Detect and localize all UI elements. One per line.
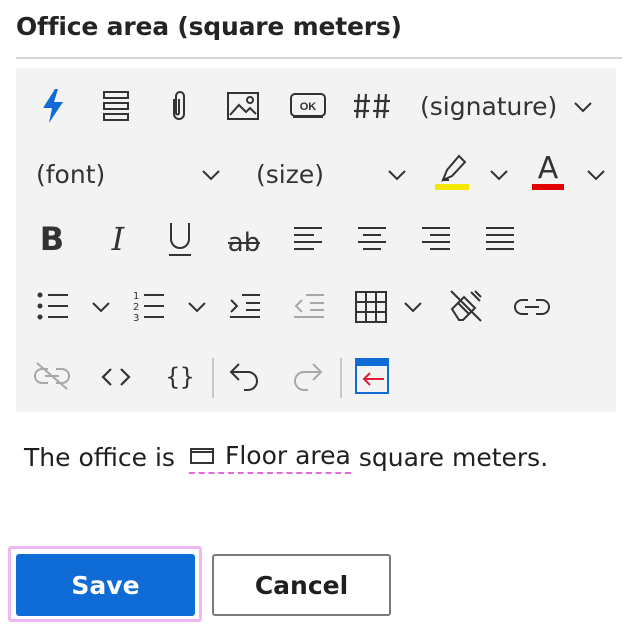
highlight-color-dropdown[interactable] (486, 162, 512, 188)
bulleted-list-icon (37, 292, 68, 320)
chevron-down-icon (188, 302, 206, 313)
editor-text-after: square meters. (358, 443, 549, 472)
cancel-button[interactable]: Cancel (212, 554, 391, 616)
align-right-button[interactable] (418, 220, 454, 256)
insert-button-control[interactable]: OK (288, 88, 328, 124)
italic-button[interactable]: I (100, 218, 136, 258)
justify-icon (486, 227, 514, 250)
chevron-down-icon (490, 170, 508, 181)
undo-icon (229, 363, 258, 391)
chevron-down-icon (202, 170, 220, 181)
dynamic-content-button[interactable] (38, 86, 68, 126)
insert-link-button[interactable] (512, 290, 552, 324)
insert-number-button[interactable] (352, 88, 392, 124)
chevron-down-icon (388, 170, 406, 181)
svg-text:A: A (538, 151, 559, 186)
decrease-indent-button[interactable] (290, 288, 328, 324)
attach-file-button[interactable] (162, 86, 196, 126)
font-dropdown-label[interactable]: (font) (36, 160, 105, 189)
table-icon (355, 291, 387, 323)
bold-icon: B (40, 220, 64, 256)
floor-area-placeholder[interactable]: Floor area (188, 441, 351, 474)
lightning-icon (43, 89, 63, 123)
highlighter-icon (435, 154, 469, 190)
font-color-icon: A (532, 151, 564, 190)
signature-dropdown-label[interactable]: (signature) (420, 92, 557, 121)
toolbar-separator (212, 358, 214, 398)
font-color-button[interactable]: A (528, 150, 568, 192)
unlink-icon (34, 362, 70, 390)
clear-formatting-button[interactable] (446, 286, 486, 326)
image-icon (227, 92, 259, 120)
align-right-icon (422, 227, 450, 250)
highlight-color-button[interactable] (432, 152, 472, 192)
insert-field-icon (355, 358, 389, 394)
insert-image-button[interactable] (224, 88, 262, 124)
code-view-button[interactable] (98, 360, 134, 394)
svg-text:2: 2 (133, 302, 139, 313)
bulleted-list-dropdown[interactable] (88, 294, 114, 320)
decrease-indent-icon (294, 294, 324, 318)
remove-link-button[interactable] (32, 358, 72, 394)
redo-button[interactable] (288, 358, 328, 394)
underline-icon (169, 223, 191, 256)
stacked-rows-icon (103, 91, 129, 121)
numbered-list-icon: 123 (133, 291, 164, 322)
chevron-down-icon (92, 302, 110, 313)
align-left-icon (294, 227, 322, 250)
field-box-icon (189, 447, 214, 464)
editor-content[interactable]: The office is Floor area square meters. (24, 441, 548, 474)
size-dropdown-label[interactable]: (size) (256, 160, 324, 189)
clear-formatting-icon (450, 290, 482, 322)
code-icon (101, 368, 131, 386)
strikethrough-icon: ab (228, 228, 260, 258)
chevron-down-icon (587, 170, 605, 181)
svg-text:OK: OK (300, 101, 317, 113)
numbered-list-button[interactable]: 123 (130, 288, 168, 324)
svg-text:1: 1 (133, 291, 139, 302)
strikethrough-button[interactable]: ab (224, 218, 264, 260)
numbered-list-dropdown[interactable] (184, 294, 210, 320)
svg-text:3: 3 (133, 313, 139, 322)
hashtag-icon (354, 93, 390, 119)
align-left-button[interactable] (290, 220, 326, 256)
chevron-down-icon (574, 102, 592, 113)
size-dropdown-toggle[interactable] (384, 162, 410, 188)
underline-button[interactable] (162, 218, 198, 260)
font-dropdown-toggle[interactable] (198, 162, 224, 188)
signature-dropdown-toggle[interactable] (570, 94, 596, 120)
insert-placeholder-button[interactable] (352, 356, 392, 396)
align-center-button[interactable] (354, 220, 390, 256)
bold-button[interactable]: B (34, 218, 70, 258)
svg-text:B: B (40, 220, 64, 256)
curly-braces-icon: {} (166, 363, 195, 391)
toolbar-separator (340, 358, 342, 398)
placeholder-label: Floor area (224, 441, 351, 470)
bulleted-list-button[interactable] (34, 288, 72, 324)
increase-indent-button[interactable] (226, 288, 264, 324)
font-color-dropdown[interactable] (583, 162, 609, 188)
paperclip-icon (173, 91, 185, 120)
save-button[interactable]: Save (16, 554, 195, 616)
increase-indent-icon (230, 294, 260, 318)
insert-table-button[interactable] (352, 288, 390, 326)
align-center-icon (358, 227, 386, 250)
svg-text:I: I (111, 220, 126, 256)
chevron-down-icon (404, 302, 422, 313)
editor-toolbar: OK (signature) (font) (size) A B I ab 1 … (16, 68, 616, 412)
justify-button[interactable] (482, 220, 518, 256)
section-button[interactable] (98, 88, 134, 124)
title-divider (16, 57, 622, 59)
redo-icon (294, 363, 323, 391)
insert-variable-button[interactable]: {} (162, 358, 198, 394)
undo-button[interactable] (224, 358, 264, 394)
editor-text-before: The office is (24, 443, 175, 472)
dialog-title: Office area (square meters) (16, 12, 402, 41)
svg-text:{}: {} (166, 363, 195, 391)
link-icon (514, 299, 550, 315)
italic-icon: I (111, 220, 126, 256)
insert-table-dropdown[interactable] (400, 294, 426, 320)
ok-button-icon: OK (290, 93, 326, 118)
